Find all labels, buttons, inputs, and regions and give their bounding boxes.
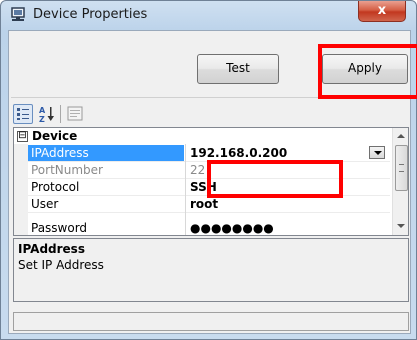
property-name: PortNumber: [31, 163, 103, 177]
svg-text:Z: Z: [39, 115, 45, 124]
property-pages-icon[interactable]: [65, 104, 85, 124]
highlight-box-ip-value: [207, 160, 343, 198]
category-row-device[interactable]: ⊟ Device: [14, 128, 390, 144]
property-name: User: [31, 197, 59, 211]
property-value: root: [190, 197, 219, 211]
vertical-scrollbar[interactable]: [392, 128, 408, 235]
device-properties-window: Device Properties x Test Apply A Z ⊟ Dev…: [0, 0, 417, 340]
test-button[interactable]: Test: [197, 54, 279, 84]
scroll-down-icon[interactable]: [393, 218, 408, 234]
property-name: Protocol: [31, 180, 80, 194]
close-icon: x: [377, 3, 387, 18]
property-row-user[interactable]: User root: [14, 196, 390, 212]
help-title: IPAddress: [18, 242, 85, 256]
row-divider: [28, 212, 390, 213]
property-name: IPAddress: [28, 145, 184, 161]
scroll-thumb[interactable]: [395, 145, 408, 191]
pages-glyph: [67, 106, 83, 121]
window-title: Device Properties: [33, 7, 148, 22]
az-glyph: A Z: [39, 106, 54, 124]
alphabetical-sort-icon[interactable]: A Z: [37, 104, 57, 124]
svg-text:A: A: [39, 106, 46, 115]
device-icon: [11, 7, 25, 21]
help-panel: IPAddress Set IP Address: [13, 238, 409, 302]
property-value-input[interactable]: 192.168.0.200: [186, 145, 390, 161]
title-bar[interactable]: Device Properties x: [1, 1, 416, 29]
highlight-box-apply: [318, 44, 417, 99]
status-bar: [13, 312, 409, 331]
close-button[interactable]: x: [358, 1, 406, 22]
dropdown-arrow-icon[interactable]: [369, 146, 385, 159]
property-row-ipaddress[interactable]: IPAddress 192.168.0.200: [14, 145, 390, 161]
help-description: Set IP Address: [18, 258, 104, 272]
categorized-glyph: [17, 108, 29, 120]
collapse-icon[interactable]: ⊟: [17, 131, 28, 142]
client-area: Test Apply A Z ⊟ Device IPAddress 192.16…: [8, 30, 417, 334]
toolbar-divider: [60, 105, 61, 123]
property-name: Password: [31, 221, 88, 235]
column-splitter[interactable]: [185, 144, 186, 235]
categorized-icon[interactable]: [13, 104, 33, 124]
property-row-password[interactable]: Password ●●●●●●●●: [14, 220, 390, 235]
category-label: Device: [32, 129, 78, 143]
scroll-up-icon[interactable]: [393, 128, 408, 144]
property-value: ●●●●●●●●: [190, 221, 274, 235]
